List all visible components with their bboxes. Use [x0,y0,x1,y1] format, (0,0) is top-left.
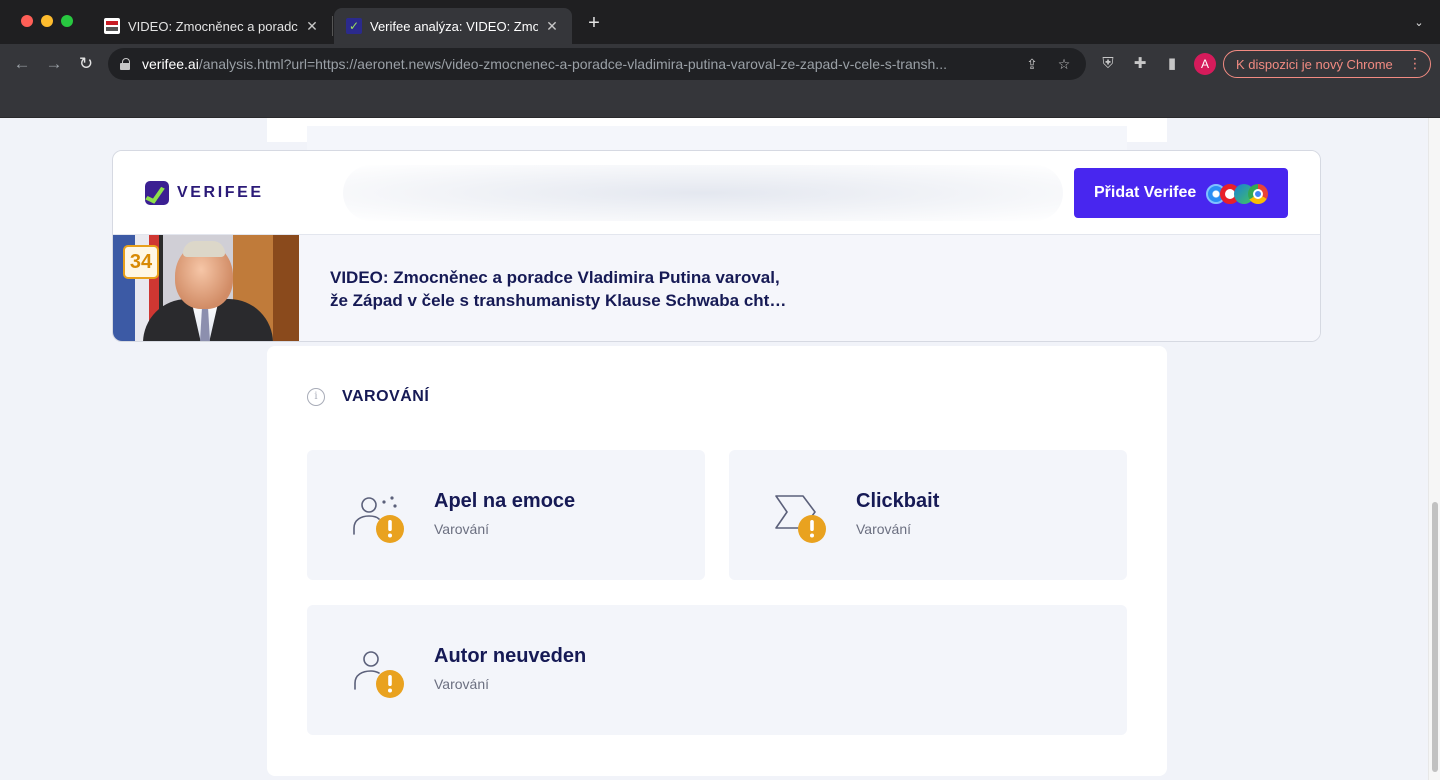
share-icon[interactable]: ⇪ [1022,54,1042,74]
new-tab-button[interactable]: + [584,13,604,34]
warning-card-emotions[interactable]: Apel na emoce Varování [307,450,705,580]
warning-card-author-missing[interactable]: Autor neuveden Varování [307,605,1127,735]
tab-separator [332,16,333,36]
tab-title: VIDEO: Zmocněnec a poradce [128,18,298,34]
verifee-header-bar: VERIFEE Přidat Verifee [113,151,1320,235]
warning-subtitle: Varování [434,676,489,692]
warnings-section: i VAROVÁNÍ Apel na emoce Varování Clickb… [267,346,1167,776]
extensions-puzzle-icon[interactable]: ✚ [1130,54,1150,74]
back-button[interactable]: ← [10,52,34,76]
shield-extension-icon[interactable]: ⛨ [1098,54,1118,74]
verifee-favicon-icon: ✓ [346,18,362,34]
lock-icon[interactable] [120,58,130,70]
tab-aeronet-article[interactable]: VIDEO: Zmocněnec a poradce ✕ [92,8,332,44]
close-tab-icon[interactable]: ✕ [544,18,560,35]
warning-subtitle: Varování [856,521,911,537]
zoom-window-button[interactable] [61,15,73,27]
verifee-check-logo-icon [145,181,169,205]
article-title: VIDEO: Zmocněnec a poradce Vladimira Put… [330,266,850,312]
url-host: verifee.ai [142,56,199,72]
close-tab-icon[interactable]: ✕ [304,18,320,35]
clickbait-warning-icon [775,495,826,543]
blurred-background [343,165,1063,221]
article-title-line-2: že Západ v čele s transhumanisty Klause … [330,291,787,310]
address-bar[interactable]: verifee.ai /analysis.html?url=https://ae… [108,48,1086,80]
minimize-window-button[interactable] [41,15,53,27]
browser-icons [1206,184,1270,204]
add-verifee-label: Přidat Verifee [1094,184,1197,201]
article-summary-row[interactable]: 34 VIDEO: Zmocněnec a poradce Vladimira … [113,235,1320,341]
profile-avatar[interactable]: A [1194,53,1216,75]
article-title-line-1: VIDEO: Zmocněnec a poradce Vladimira Put… [330,268,780,287]
forward-button[interactable]: → [42,52,66,76]
chrome-icon [1248,184,1268,204]
sticky-article-header: VERIFEE Přidat Verifee 34 VIDEO: Zmocněn… [112,150,1321,342]
reload-button[interactable]: ↻ [74,52,98,76]
warning-title: Apel na emoce [434,490,576,512]
browser-toolbar: ← → ↻ verifee.ai /analysis.html?url=http… [0,44,1440,84]
warnings-title: VAROVÁNÍ [342,388,430,405]
add-verifee-button[interactable]: Přidat Verifee [1074,168,1288,218]
warning-subtitle: Varování [434,521,489,537]
page-viewport: VERIFEE Přidat Verifee 34 VIDEO: Zmocněn… [0,118,1440,780]
scrollbar-thumb[interactable] [1432,502,1438,772]
credibility-score-badge: 34 [123,245,159,279]
chrome-update-button[interactable]: K dispozici je nový Chrome ⋮ [1223,50,1431,78]
article-thumbnail: 34 [113,235,299,341]
thumbnail-hair [183,241,225,257]
page-scrollbar[interactable] [1428,118,1440,780]
url-path: /analysis.html?url=https://aeronet.news/… [198,56,947,72]
emotion-warning-icon [353,496,404,543]
close-window-button[interactable] [21,15,33,27]
info-icon[interactable]: i [307,388,325,406]
warning-title: Autor neuveden [434,645,587,667]
update-label: K dispozici je nový Chrome [1236,56,1393,72]
aeronet-favicon-icon [104,18,120,34]
warning-card-clickbait[interactable]: Clickbait Varování [729,450,1127,580]
bookmarks-bar [0,84,1440,118]
author-missing-warning-icon [354,651,404,698]
verifee-logo[interactable]: VERIFEE [145,181,264,205]
bookmark-star-icon[interactable]: ☆ [1054,54,1074,74]
brand-name: VERIFEE [177,184,264,201]
tab-verifee-analysis[interactable]: ✓ Verifee analýza: VIDEO: Zmocn ✕ [334,8,572,44]
warnings-header: i VAROVÁNÍ [307,388,429,406]
browser-tab-bar: VIDEO: Zmocněnec a poradce ✕ ✓ Verifee a… [0,0,1440,44]
side-panel-icon[interactable]: ▮ [1162,54,1182,74]
warning-title: Clickbait [856,490,940,512]
tab-title: Verifee analýza: VIDEO: Zmocn [370,18,538,34]
tab-search-icon[interactable]: ⌄ [1412,16,1426,30]
browser-menu-icon[interactable]: ⋮ [1408,55,1422,72]
